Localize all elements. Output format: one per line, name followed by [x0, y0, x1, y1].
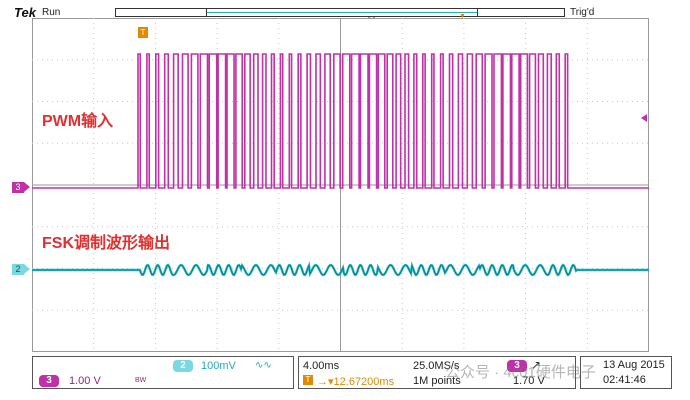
ch2-scale: 100mV [201, 360, 236, 372]
ch3-ground-marker[interactable]: 3 [12, 182, 30, 193]
pwm-input-label: PWM输入 [42, 113, 114, 130]
trigger-state: Trig'd [570, 7, 595, 18]
timebase: 4.00ms [303, 360, 340, 372]
bw-limit-icon: BW [135, 377, 147, 384]
time: 02:41:46 [603, 374, 646, 386]
trigger-level-icon[interactable] [641, 114, 647, 122]
trigger-delay-icon: T [303, 375, 313, 385]
pwm-trace [32, 53, 649, 189]
ch3-scale: 1.00 V [69, 375, 101, 387]
ac-wave-icon: ∿∿ [255, 360, 272, 371]
ch2-badge[interactable]: 2 [173, 360, 193, 372]
vertical-readout[interactable]: 2 100mV ∿∿ 3 1.00 V BW [32, 356, 294, 389]
ch3-badge[interactable]: 3 [39, 375, 59, 387]
record-view-window[interactable] [206, 9, 478, 16]
trigger-delay-value: 12.67200ms [333, 376, 395, 388]
trigger-position-icon[interactable]: T [138, 27, 148, 38]
fsk-output-label: FSK调制波形输出 [42, 235, 171, 252]
scope-graticule [32, 18, 649, 352]
trigger-delay: →▾12.67200ms [317, 375, 394, 388]
date: 13 Aug 2015 [603, 359, 665, 371]
delay-arrow-icon: →▾ [317, 376, 334, 388]
run-state: Run [42, 7, 61, 18]
watermark: 公众号 · 4c01硬件电子 [445, 364, 596, 381]
waveform-display[interactable] [32, 18, 649, 352]
ch2-ground-marker[interactable]: 2 [12, 264, 30, 275]
record-overview[interactable]: ▼ T [115, 8, 565, 25]
